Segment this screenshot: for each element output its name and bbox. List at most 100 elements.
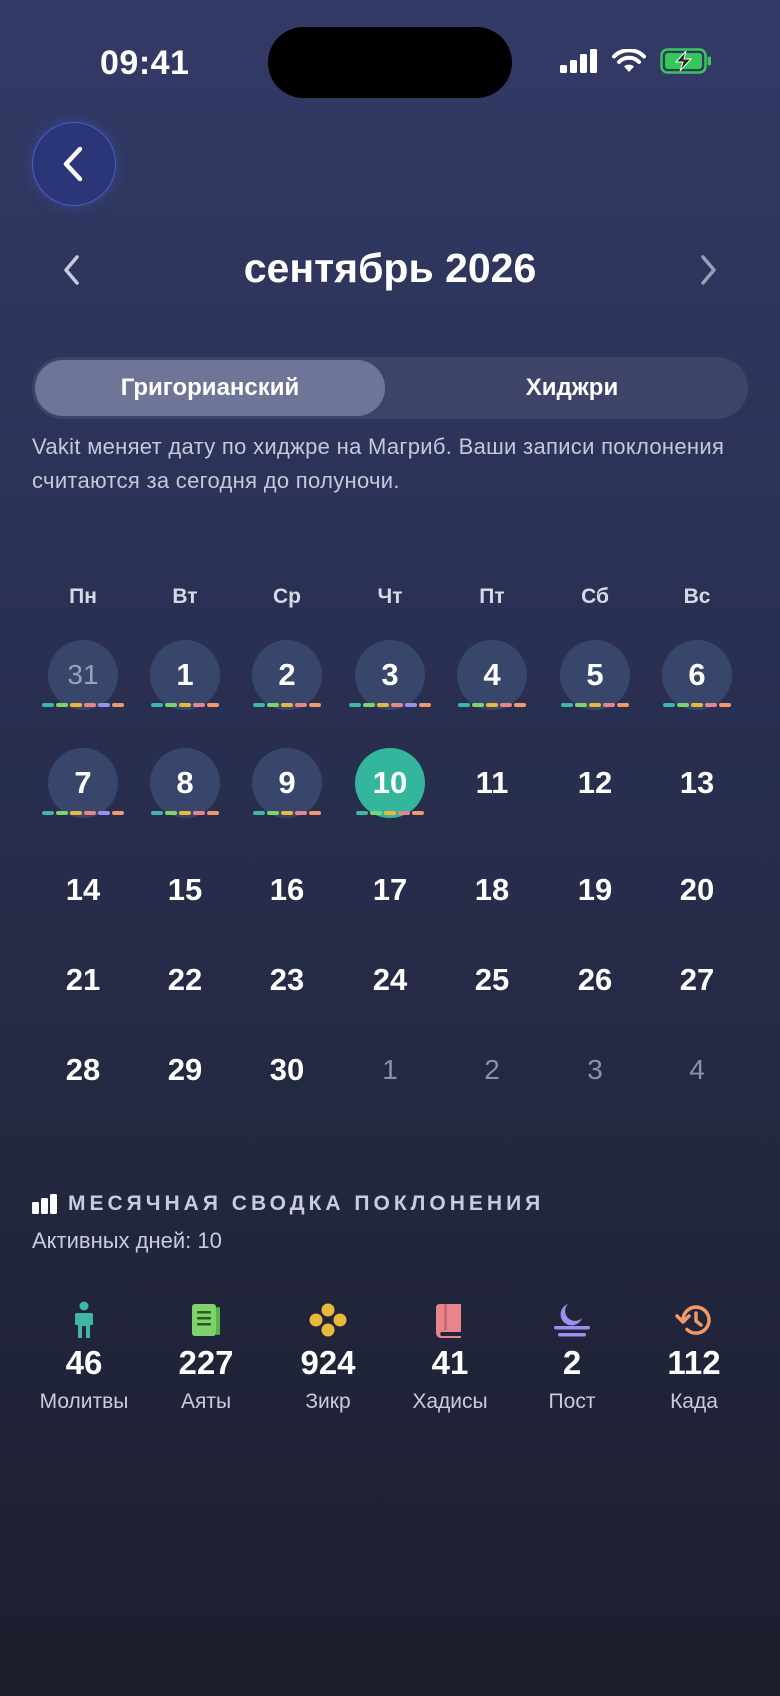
calendar-day[interactable]: 2	[247, 635, 327, 715]
stat-label: Молитвы	[39, 1390, 129, 1413]
activity-indicators	[142, 811, 228, 815]
wifi-icon	[612, 49, 646, 72]
calendar-day[interactable]: 20	[657, 850, 737, 930]
weekday-label: Пн	[69, 585, 97, 608]
calendar-day[interactable]: 13	[657, 743, 737, 823]
calendar-day[interactable]: 7	[40, 743, 126, 823]
calendar-day[interactable]: 22	[145, 940, 225, 1020]
day-number: 28	[65, 1052, 101, 1087]
calendar-day[interactable]: 24	[350, 940, 430, 1020]
next-month-button[interactable]	[691, 253, 725, 287]
activity-indicators	[347, 703, 433, 707]
summary-header: МЕСЯЧНАЯ СВОДКА ПОКЛОНЕНИЯ	[32, 1192, 544, 1216]
calendar-day[interactable]: 4	[657, 1030, 737, 1110]
bar-chart-icon	[32, 1194, 57, 1214]
tab-gregorian[interactable]: Григорианский	[35, 360, 385, 416]
tab-hijri[interactable]: Хиджри	[402, 360, 742, 416]
stat-value: 924	[300, 1344, 356, 1381]
calendar-type-segmented-control: Григорианский Хиджри	[32, 357, 748, 419]
weekday-label: Вт	[172, 585, 198, 608]
activity-indicators	[40, 811, 126, 815]
calendar-day[interactable]: 31	[42, 635, 124, 715]
prayer-indicator	[253, 703, 265, 707]
calendar-day[interactable]: 4	[452, 635, 532, 715]
ayat-indicator	[56, 703, 68, 707]
ayat-indicator	[56, 811, 68, 815]
calendar-day[interactable]: 23	[247, 940, 327, 1020]
calendar-day-today[interactable]: 10	[350, 743, 430, 823]
beads-icon	[309, 1303, 347, 1337]
calendar-day[interactable]: 3	[347, 635, 433, 715]
calendar-day[interactable]: 15	[145, 850, 225, 930]
hadith-indicator	[193, 703, 205, 707]
day-number: 27	[679, 962, 715, 997]
calendar-day[interactable]: 9	[247, 743, 327, 823]
day-number: 29	[167, 1052, 203, 1087]
calendar-day[interactable]: 8	[145, 743, 225, 823]
calendar-day[interactable]: 3	[555, 1030, 635, 1110]
qada-indicator	[112, 811, 124, 815]
calendar-day[interactable]: 5	[555, 635, 635, 715]
calendar-day[interactable]: 21	[43, 940, 123, 1020]
calendar-day[interactable]: 26	[555, 940, 635, 1020]
ayat-indicator	[165, 703, 177, 707]
calendar-day[interactable]: 1	[350, 1030, 430, 1110]
day-number: 20	[679, 872, 715, 907]
calendar-day[interactable]: 30	[247, 1030, 327, 1110]
calendar-day[interactable]: 27	[657, 940, 737, 1020]
day-number: 12	[577, 765, 613, 800]
day-number: 30	[269, 1052, 305, 1087]
day-number: 24	[372, 962, 408, 997]
status-time: 09:41	[100, 44, 190, 82]
back-button[interactable]	[32, 122, 116, 206]
dhikr-indicator	[179, 703, 191, 707]
qada-indicator	[309, 811, 321, 815]
dhikr-indicator	[70, 703, 82, 707]
calendar-day[interactable]: 18	[452, 850, 532, 930]
day-number: 16	[269, 872, 305, 907]
calendar-day[interactable]: 2	[452, 1030, 532, 1110]
calendar-day[interactable]: 1	[145, 635, 225, 715]
stat-label: Аяты	[180, 1390, 232, 1413]
activity-indicators	[244, 703, 330, 707]
calendar-day[interactable]: 19	[555, 850, 635, 930]
ayat-indicator	[472, 703, 484, 707]
prayer-indicator	[356, 811, 368, 815]
calendar-day[interactable]: 29	[145, 1030, 225, 1110]
day-number: 17	[372, 872, 408, 907]
prayer-indicator	[663, 703, 675, 707]
day-number: 13	[679, 765, 715, 800]
calendar-day[interactable]: 28	[43, 1030, 123, 1110]
stat-prayers: 46 Молитвы	[20, 1300, 148, 1414]
moon-icon	[554, 1304, 590, 1337]
calendar-day[interactable]: 12	[555, 743, 635, 823]
battery-charging-icon	[660, 48, 711, 74]
hadith-indicator	[193, 811, 205, 815]
calendar-day[interactable]: 17	[350, 850, 430, 930]
hadith-indicator	[705, 703, 717, 707]
qada-indicator	[514, 703, 526, 707]
stat-label: Када	[670, 1390, 718, 1413]
ayat-indicator	[370, 811, 382, 815]
hadith-indicator	[84, 811, 96, 815]
dhikr-indicator	[70, 811, 82, 815]
qada-indicator	[207, 703, 219, 707]
day-number: 15	[167, 872, 203, 907]
hadith-indicator	[603, 703, 615, 707]
calendar-day[interactable]: 16	[247, 850, 327, 930]
calendar-day[interactable]: 6	[657, 635, 737, 715]
month-header: сентябрь 2026	[0, 235, 780, 305]
fast-indicator	[98, 811, 110, 815]
dynamic-island	[268, 27, 512, 98]
weekday-label: Чт	[377, 585, 403, 608]
calendar-day[interactable]: 11	[452, 743, 532, 823]
dhikr-indicator	[281, 811, 293, 815]
stat-hadith: 41 Хадисы	[386, 1300, 514, 1414]
day-number: 4	[689, 1054, 705, 1085]
weekday-label: Сб	[581, 585, 609, 608]
day-number: 14	[65, 872, 101, 907]
calendar-day[interactable]: 25	[452, 940, 532, 1020]
calendar-day[interactable]: 14	[43, 850, 123, 930]
day-number: 26	[577, 962, 613, 997]
qada-indicator	[112, 703, 124, 707]
